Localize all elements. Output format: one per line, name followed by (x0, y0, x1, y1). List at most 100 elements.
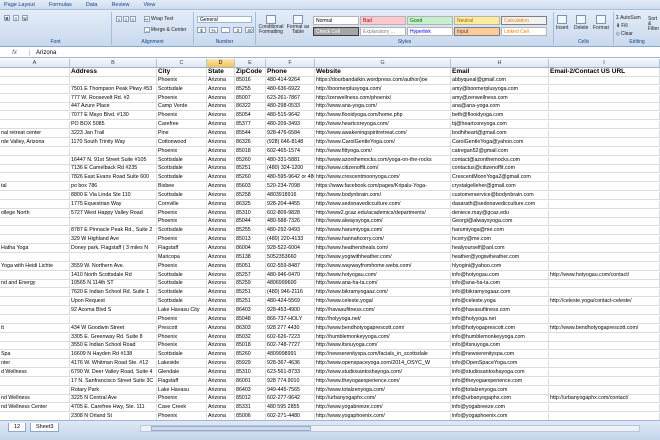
cell[interactable] (549, 413, 660, 420)
cell[interactable]: 520-234-7098 (266, 183, 315, 192)
format-as-table-button[interactable]: Format as Table (286, 15, 310, 35)
cell[interactable]: http://www.harumiyoga.com/ (315, 227, 451, 236)
cell[interactable]: 7136 E Camelback Rd #235 (70, 165, 157, 174)
cell[interactable]: Arizona (207, 351, 235, 360)
cell[interactable] (0, 218, 70, 227)
cell[interactable]: info@ana-ha-ta.com (451, 280, 549, 289)
cell[interactable]: Arizona (207, 404, 235, 413)
cell[interactable] (549, 386, 660, 395)
cell[interactable]: 949-445-7565 (266, 386, 315, 395)
cell[interactable] (549, 138, 660, 147)
cell[interactable]: 602-809-9828 (266, 209, 315, 218)
cell[interactable]: info@theyogaexperience.com (451, 377, 549, 386)
cell[interactable]: 85255 (235, 85, 266, 94)
cell[interactable]: 3223 Jan Trail (70, 129, 157, 138)
number-symbol-3[interactable]: .0 (233, 27, 242, 33)
cell[interactable]: 7620 E Indian School Rd. Suite 1 (70, 289, 157, 298)
cell[interactable]: tal (0, 183, 70, 192)
cell[interactable]: 86403 (235, 386, 266, 395)
cell[interactable] (549, 227, 660, 236)
cell[interactable]: http://www.bendhotyogaprescott.com/ (549, 324, 660, 333)
sheet-tab-12[interactable]: 12 (8, 423, 27, 432)
cell[interactable]: Scottsdale (157, 165, 207, 174)
cell[interactable]: Lake Havasu City (157, 306, 207, 315)
cell[interactable]: 866-737-HOLY (266, 315, 315, 324)
cell[interactable]: Arizona (207, 395, 235, 404)
cell[interactable] (0, 103, 70, 112)
cell[interactable]: contactus@citizenoffit.com (451, 165, 549, 174)
cell[interactable] (0, 85, 70, 94)
cell[interactable]: http://celeste.yoga/contact-celeste/ (549, 298, 660, 307)
cell[interactable] (70, 76, 157, 85)
cell-style-good[interactable]: Good (407, 16, 453, 25)
cell[interactable] (0, 112, 70, 121)
cell[interactable]: nter (0, 360, 70, 369)
cell[interactable]: 480-595-9642 or 480 (266, 174, 315, 183)
cell[interactable]: 480-424-5569 (266, 298, 315, 307)
merge-center-button[interactable]: ↔ Merge & Center (144, 27, 186, 33)
cell[interactable]: info@urbanyogaphx.com (451, 395, 549, 404)
cell-style-bad[interactable]: Bad (360, 16, 406, 25)
cell[interactable]: dasarath@sedonavedicculture.com (451, 200, 549, 209)
cell[interactable]: bj@heartcoreyoga.com (451, 121, 549, 130)
cell[interactable] (549, 351, 660, 360)
cell[interactable]: Arizona (207, 85, 235, 94)
cell[interactable]: info@studiosantoshayoga.com (451, 368, 549, 377)
cell[interactable] (0, 165, 70, 174)
cell[interactable]: 85310 (235, 368, 266, 377)
delete-button[interactable]: Delete (574, 15, 588, 31)
cell[interactable] (0, 413, 70, 420)
cell[interactable]: 85006 (235, 413, 266, 420)
cell[interactable] (0, 147, 70, 156)
cell[interactable]: 85013 (235, 236, 266, 245)
cell[interactable]: nd and Energy (0, 280, 70, 289)
cell[interactable]: http://www.flooidyoga.com/home.php (315, 112, 451, 121)
cell-style-normal[interactable]: Normal (313, 16, 359, 25)
number-format-select[interactable]: General (197, 16, 252, 23)
cell[interactable]: 16447 N. 91st Street Suite #105 (70, 156, 157, 165)
cell[interactable]: Arizona (207, 94, 235, 103)
cell[interactable]: bodhiheart@gmail.com (451, 129, 549, 138)
cell[interactable]: Phoenix (157, 236, 207, 245)
cell[interactable]: 86001 (235, 377, 266, 386)
cell[interactable]: http://zenwellness.com/phoenix/ (315, 94, 451, 103)
cell[interactable]: 85259 (235, 280, 266, 289)
cell[interactable]: Phoenix (157, 147, 207, 156)
cell[interactable]: 480-331-5881 (266, 156, 315, 165)
menu-item-review[interactable]: Review (111, 2, 129, 8)
cell[interactable]: Arizona (207, 271, 235, 280)
number-symbol-4[interactable]: .00 (245, 27, 254, 33)
cell[interactable]: 85377 (235, 121, 266, 130)
column-header-d[interactable]: D (207, 59, 235, 68)
cell[interactable]: Arizona (207, 165, 235, 174)
cell[interactable]: 1410 North Scottsdale Rd (70, 271, 157, 280)
cell-style-check-cell[interactable]: Check Cell (313, 27, 359, 36)
cell[interactable]: rde Valley, Arizona (0, 138, 70, 147)
cell[interactable] (549, 342, 660, 351)
cell[interactable]: 1775 Equestrian Way (70, 200, 157, 209)
cell[interactable]: contact@azonthemocks.com (451, 156, 549, 165)
cell[interactable] (549, 174, 660, 183)
cell[interactable]: Scottsdale (157, 280, 207, 289)
cell[interactable]: Doney park, Flagstaff ( 3 miles N (70, 245, 157, 253)
cell[interactable]: Scottsdale (157, 156, 207, 165)
cell[interactable]: 5052353660 (266, 253, 315, 262)
cell[interactable]: hcorry@me.com (451, 236, 549, 245)
conditional-formatting-button[interactable]: Conditional Formatting (258, 15, 284, 35)
column-header-h[interactable]: H (451, 59, 549, 68)
cell-style-linked-cell[interactable]: Linked Cell (501, 27, 547, 36)
cell[interactable]: http://www.awakeningspiritretreat.com/ (315, 129, 451, 138)
cell[interactable]: 85048 (235, 315, 266, 324)
cell[interactable] (0, 333, 70, 342)
cell[interactable]: Bisbee (157, 183, 207, 192)
column-header-a[interactable]: A (0, 59, 70, 68)
cell[interactable]: Phoenix (157, 342, 207, 351)
cell[interactable]: http://www.openspaceyoga.com/2014_OSYC_W (315, 360, 451, 369)
number-symbol-2[interactable]: , (221, 27, 230, 33)
cell[interactable] (0, 289, 70, 298)
cell[interactable]: Arizona (207, 315, 235, 324)
sheet-tab-sheet3[interactable]: Sheet3 (30, 423, 60, 432)
cell[interactable]: http://www.bendhotyogaprescott.com/ (315, 324, 451, 333)
cell[interactable]: Phoenix (157, 94, 207, 103)
cell[interactable] (0, 76, 70, 85)
